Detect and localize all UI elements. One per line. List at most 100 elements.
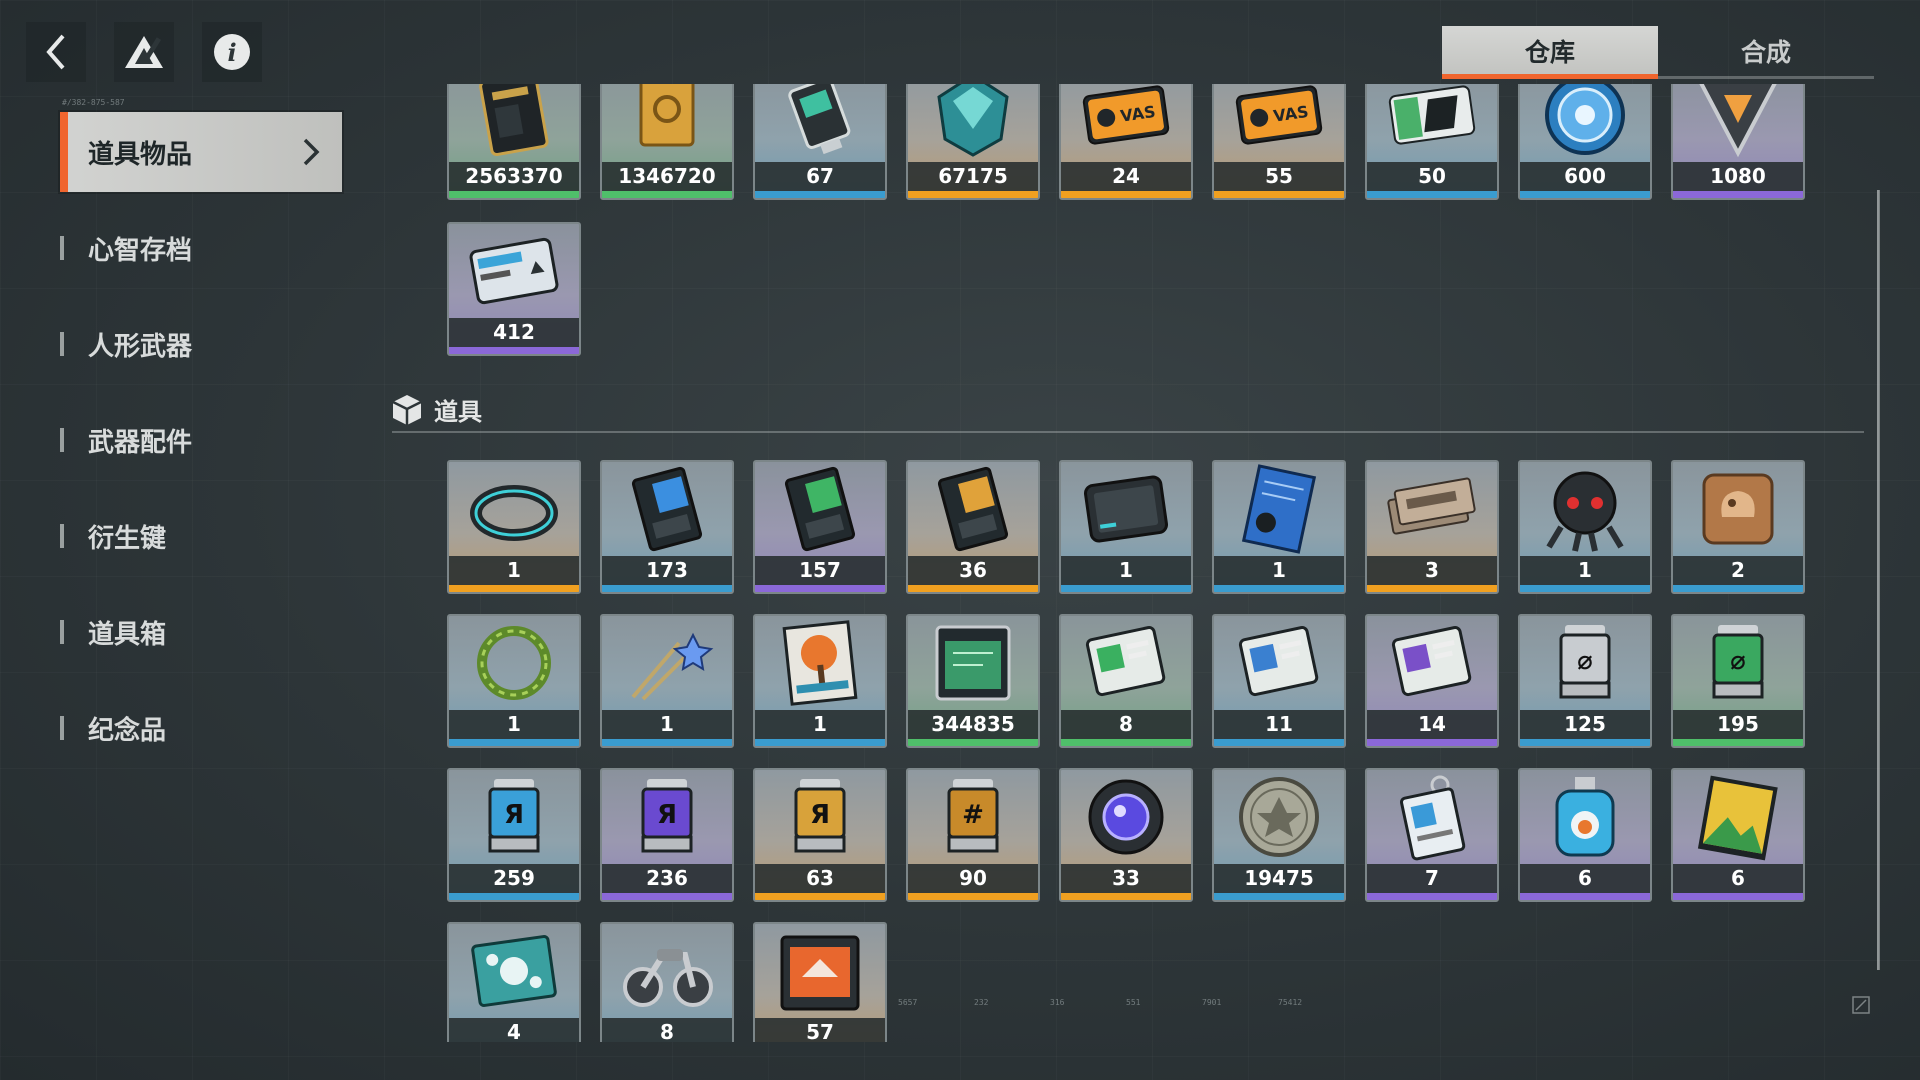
tablet-icon (1061, 462, 1191, 556)
item-count: 8 (602, 1018, 732, 1042)
inventory-item[interactable]: ⌀ 195 (1671, 614, 1805, 748)
rarity-bar (1673, 739, 1803, 746)
snowflake-tile-icon (449, 924, 579, 1018)
keychain-icon (1367, 770, 1497, 864)
inventory-item[interactable]: 1 (753, 614, 887, 748)
rarity-bar (1367, 739, 1497, 746)
footer-number: 232 (974, 998, 989, 1007)
inventory-item[interactable]: 11 (1212, 614, 1346, 748)
svg-text:⌀: ⌀ (1577, 646, 1593, 676)
inventory-item[interactable]: 2 (1671, 460, 1805, 594)
item-count: 157 (755, 556, 885, 585)
item-count: 1 (449, 710, 579, 739)
item-count: 57 (755, 1018, 885, 1042)
green-chip-icon (755, 462, 885, 556)
inventory-item[interactable]: 36 (906, 460, 1040, 594)
rarity-bar (1367, 585, 1497, 592)
inventory-item[interactable]: 157 (753, 460, 887, 594)
inventory-item[interactable]: Я 259 (447, 768, 581, 902)
item-count: 6 (1673, 864, 1803, 893)
inventory-item[interactable]: 14 (1365, 614, 1499, 748)
inventory-item[interactable]: #90 (906, 768, 1040, 902)
item-count: 1 (1520, 556, 1650, 585)
bottle-icon (1520, 770, 1650, 864)
svg-text:Я: Я (810, 800, 830, 830)
inventory-item[interactable]: ⌀ 125 (1518, 614, 1652, 748)
gold-canister-icon: Я (755, 770, 885, 864)
inventory-item[interactable]: 6 (1518, 768, 1652, 902)
item-count: 8 (1061, 710, 1191, 739)
rarity-bar (1673, 585, 1803, 592)
inventory-item[interactable]: 33 (1059, 768, 1193, 902)
orange-crate-icon (755, 924, 885, 1018)
item-count: 195 (1673, 710, 1803, 739)
canister-icon: ⌀ (1520, 616, 1650, 710)
item-count: 19475 (1214, 864, 1344, 893)
item-count: 259 (449, 864, 579, 893)
inventory-item[interactable]: 3 (1365, 460, 1499, 594)
item-count: 11 (1214, 710, 1344, 739)
inventory-item[interactable]: 19475 (1212, 768, 1346, 902)
inventory-item[interactable]: 1 (447, 460, 581, 594)
footer-number: 7901 (1202, 998, 1222, 1007)
item-count: 1 (602, 710, 732, 739)
inventory-item[interactable]: 8 (600, 922, 734, 1042)
item-count: 3 (1367, 556, 1497, 585)
rarity-bar (602, 893, 732, 900)
robot-icon (1520, 462, 1650, 556)
rarity-bar (755, 739, 885, 746)
inventory-item[interactable]: 1 (600, 614, 734, 748)
inventory-item[interactable]: 344835 (906, 614, 1040, 748)
rarity-bar (755, 893, 885, 900)
medal-icon (1214, 770, 1344, 864)
item-count: 36 (908, 556, 1038, 585)
item-row: 1 1 1 344835 8 11 14 ⌀ 125 ⌀ 195 (447, 614, 1805, 748)
painting-icon (755, 616, 885, 710)
svg-text:Я: Я (504, 800, 524, 830)
blue-chip-icon (602, 462, 732, 556)
footer-number: 316 (1050, 998, 1065, 1007)
inventory-item[interactable]: 173 (600, 460, 734, 594)
rarity-bar (449, 739, 579, 746)
rarity-bar (908, 585, 1038, 592)
schematic-icon (908, 616, 1038, 710)
rarity-bar (1061, 893, 1191, 900)
scrollbar-thumb[interactable] (1877, 190, 1880, 970)
wreath-icon (449, 616, 579, 710)
inventory-item[interactable]: Я 63 (753, 768, 887, 902)
inventory-item[interactable]: 8 (1059, 614, 1193, 748)
inventory-item[interactable]: 6 (1671, 768, 1805, 902)
rarity-bar (1214, 893, 1344, 900)
green-canister-icon: ⌀ (1673, 616, 1803, 710)
inventory-item[interactable]: 1 (1212, 460, 1346, 594)
purple-card-icon (1367, 616, 1497, 710)
item-count: 1 (755, 710, 885, 739)
inventory-item[interactable]: 4 (447, 922, 581, 1042)
rarity-bar (1520, 585, 1650, 592)
blueprint-icon (1214, 462, 1344, 556)
rarity-bar (908, 739, 1038, 746)
hairpin-icon (602, 616, 732, 710)
blue-canister-icon: Я (449, 770, 579, 864)
inventory-item[interactable]: 7 (1365, 768, 1499, 902)
rarity-bar (602, 739, 732, 746)
orb-icon (1061, 770, 1191, 864)
item-count: 236 (602, 864, 732, 893)
inventory-item[interactable]: Я 236 (600, 768, 734, 902)
inventory-item[interactable]: 1 (1059, 460, 1193, 594)
footer-number: 75412 (1278, 998, 1303, 1007)
inventory-item[interactable]: 57 (753, 922, 887, 1042)
inventory-item[interactable]: 1 (447, 614, 581, 748)
items-grid: 1 173 157 36 1 1 3 1 2 1 1 1 344835 8 11 14 ⌀ 125 ⌀ 195 Я 259… (0, 0, 1920, 1042)
footer-number: 551 (1126, 998, 1141, 1007)
inventory-item[interactable]: 1 (1518, 460, 1652, 594)
rarity-bar (1061, 585, 1191, 592)
item-count: 63 (755, 864, 885, 893)
rarity-bar (1673, 893, 1803, 900)
amber-canister-icon: # (908, 770, 1038, 864)
item-count: 2 (1673, 556, 1803, 585)
item-count: 173 (602, 556, 732, 585)
rarity-bar (908, 893, 1038, 900)
item-count: 125 (1520, 710, 1650, 739)
purple-canister-icon: Я (602, 770, 732, 864)
